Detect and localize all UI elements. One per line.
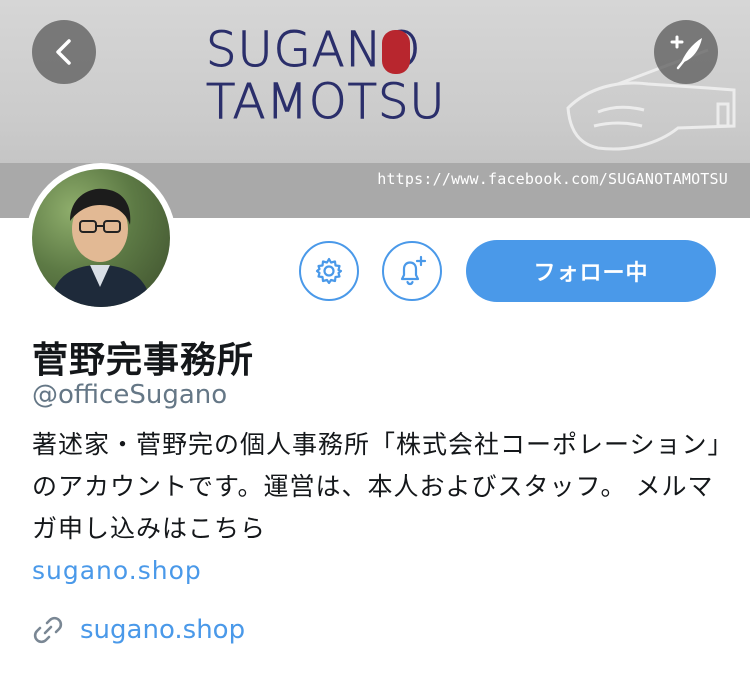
- profile-website[interactable]: sugano.shop: [32, 614, 245, 646]
- hand-quill-illustration: [566, 48, 736, 151]
- settings-button[interactable]: [299, 241, 359, 301]
- logo-line-2: TAMOTSU: [206, 74, 446, 130]
- notifications-button[interactable]: [382, 241, 442, 301]
- link-icon: [33, 616, 63, 644]
- avatar-photo: [32, 169, 170, 307]
- user-handle: @officeSugano: [32, 380, 228, 410]
- following-button[interactable]: フォロー中: [466, 240, 716, 302]
- bell-plus-icon: [400, 255, 427, 286]
- gear-icon: [315, 257, 343, 285]
- back-button[interactable]: [32, 20, 96, 84]
- profile-bio: 著述家・菅野完の個人事務所「株式会社コーポレーション」のアカウントです。運営は、…: [32, 424, 722, 592]
- bio-link[interactable]: sugano.shop: [32, 550, 722, 592]
- compose-quill-icon: [670, 35, 702, 70]
- display-name: 菅野完事務所: [32, 340, 255, 381]
- bio-text: 著述家・菅野完の個人事務所「株式会社コーポレーション」のアカウントです。運営は、…: [32, 430, 722, 543]
- banner-url-text: https://www.facebook.com/SUGANOTAMOTSU: [377, 170, 728, 188]
- logo-seal: [382, 30, 410, 74]
- website-link[interactable]: sugano.shop: [80, 615, 245, 645]
- compose-button[interactable]: [654, 20, 718, 84]
- profile-avatar[interactable]: [26, 163, 176, 313]
- brand-logo: SUGANO TAMOTSU: [205, 26, 445, 136]
- chevron-left-icon: [56, 39, 71, 65]
